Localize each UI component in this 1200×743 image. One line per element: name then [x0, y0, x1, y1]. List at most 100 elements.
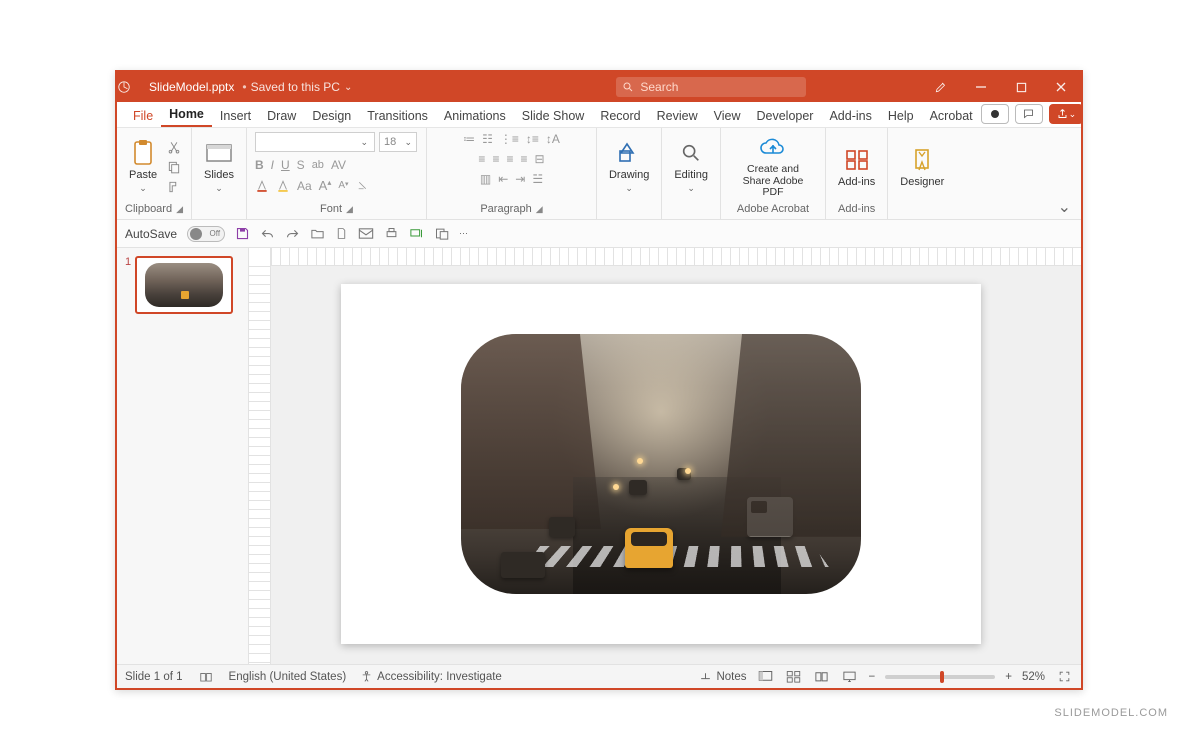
title-menu-chevron[interactable]: ⌄: [340, 82, 356, 93]
search-box[interactable]: Search: [616, 77, 806, 97]
bold-button[interactable]: B: [255, 158, 264, 172]
drawing-button[interactable]: Drawing⌄: [605, 137, 653, 196]
tab-design[interactable]: Design: [304, 105, 359, 127]
dialog-launcher-icon[interactable]: ◢: [346, 204, 353, 215]
accessibility-status[interactable]: Accessibility: Investigate: [360, 670, 502, 683]
cut-icon[interactable]: [167, 140, 181, 154]
font-family-selector[interactable]: ⌄: [255, 132, 375, 152]
highlight-button[interactable]: [276, 179, 290, 193]
smartart-button[interactable]: ☱: [532, 172, 543, 186]
tab-addins[interactable]: Add-ins: [821, 105, 879, 127]
tab-transitions[interactable]: Transitions: [359, 105, 436, 127]
tab-animations[interactable]: Animations: [436, 105, 514, 127]
quick-print-button[interactable]: [384, 226, 399, 241]
copy-icon[interactable]: [167, 160, 181, 174]
character-spacing-button[interactable]: AV: [331, 158, 346, 172]
tab-home[interactable]: Home: [161, 103, 212, 127]
rounded-picture[interactable]: [461, 334, 861, 594]
create-share-pdf-button[interactable]: Create and Share Adobe PDF: [729, 132, 817, 201]
tab-file[interactable]: File: [125, 105, 161, 127]
zoom-in-button[interactable]: +: [1005, 671, 1012, 683]
justify-button[interactable]: ≡: [520, 152, 527, 166]
ribbon-tabs: File Home Insert Draw Design Transitions…: [117, 102, 1081, 128]
tab-developer[interactable]: Developer: [748, 105, 821, 127]
clear-formatting-button[interactable]: [356, 179, 369, 192]
tab-slideshow[interactable]: Slide Show: [514, 105, 593, 127]
designer-button[interactable]: Designer: [896, 144, 948, 190]
autosave-toggle[interactable]: Off: [187, 226, 225, 242]
pen-icon[interactable]: [921, 72, 961, 102]
zoom-out-button[interactable]: −: [869, 671, 876, 683]
align-center-button[interactable]: ≡: [492, 152, 499, 166]
book-icon[interactable]: [197, 669, 215, 685]
qat-customize-button[interactable]: ⋯: [459, 228, 468, 239]
editing-button[interactable]: Editing⌄: [670, 137, 712, 196]
fit-to-window-button[interactable]: [1055, 669, 1073, 685]
tab-record[interactable]: Record: [592, 105, 648, 127]
email-button[interactable]: [358, 227, 374, 240]
thumbnail-number: 1: [125, 256, 131, 314]
maximize-button[interactable]: [1001, 72, 1041, 102]
slides-button[interactable]: Slides ⌄: [200, 137, 238, 196]
reading-view-button[interactable]: [813, 669, 831, 685]
tab-acrobat[interactable]: Acrobat: [922, 105, 981, 127]
grow-font-button[interactable]: A▴: [319, 178, 332, 193]
open-button[interactable]: [310, 226, 325, 241]
underline-button[interactable]: U: [281, 158, 290, 172]
change-case-button[interactable]: Aa: [297, 179, 312, 193]
tab-help[interactable]: Help: [880, 105, 922, 127]
list-level-button[interactable]: ⋮≡: [500, 132, 519, 146]
shrink-font-button[interactable]: A▾: [338, 180, 348, 191]
save-icon[interactable]: [235, 226, 250, 241]
slide-thumbnail-pane[interactable]: 1: [117, 248, 249, 664]
dialog-launcher-icon[interactable]: ◢: [536, 204, 543, 215]
vertical-ruler[interactable]: [249, 248, 271, 664]
align-left-button[interactable]: ≡: [478, 152, 485, 166]
align-text-button[interactable]: ⊟: [534, 152, 544, 166]
numbering-button[interactable]: ☷: [482, 132, 493, 146]
strikethrough-button[interactable]: S: [297, 158, 305, 172]
dialog-launcher-icon[interactable]: ◢: [176, 204, 183, 215]
language-status[interactable]: English (United States): [229, 671, 347, 683]
align-right-button[interactable]: ≡: [506, 152, 513, 166]
increase-indent-button[interactable]: ⇥: [515, 172, 525, 186]
normal-view-button[interactable]: [757, 669, 775, 685]
paste-button[interactable]: Paste ⌄: [125, 137, 161, 196]
slide-stage[interactable]: [271, 266, 1081, 664]
addins-button[interactable]: Add-ins: [834, 144, 879, 190]
from-beginning-button[interactable]: [409, 226, 424, 241]
sorter-view-button[interactable]: [785, 669, 803, 685]
tab-draw[interactable]: Draw: [259, 105, 304, 127]
tab-insert[interactable]: Insert: [212, 105, 259, 127]
text-direction-button[interactable]: ↕A: [546, 132, 560, 146]
redo-button[interactable]: [285, 226, 300, 241]
line-spacing-button[interactable]: ↕≡: [526, 132, 539, 146]
notes-button[interactable]: Notes: [699, 671, 746, 683]
slide-counter[interactable]: Slide 1 of 1: [125, 671, 183, 683]
undo-button[interactable]: [260, 226, 275, 241]
zoom-slider[interactable]: [885, 675, 995, 679]
tab-review[interactable]: Review: [649, 105, 706, 127]
italic-button[interactable]: I: [271, 158, 274, 172]
new-button[interactable]: [335, 226, 348, 241]
tab-view[interactable]: View: [706, 105, 749, 127]
ribbon-collapse-button[interactable]: ⌄: [1048, 128, 1081, 219]
font-color-button[interactable]: [255, 179, 269, 193]
slideshow-view-button[interactable]: [841, 669, 859, 685]
share-button[interactable]: ⌄: [1049, 104, 1083, 124]
font-size-selector[interactable]: 18⌄: [379, 132, 417, 152]
format-painter-icon[interactable]: [167, 180, 181, 194]
record-indicator[interactable]: [981, 104, 1009, 124]
zoom-level[interactable]: 52%: [1022, 671, 1045, 683]
touch-mode-button[interactable]: [434, 226, 449, 241]
slide-canvas[interactable]: [341, 284, 981, 644]
close-button[interactable]: [1041, 72, 1081, 102]
horizontal-ruler[interactable]: [271, 248, 1081, 266]
columns-button[interactable]: ▥: [480, 172, 491, 186]
comments-button[interactable]: [1015, 104, 1043, 124]
slide-thumbnail-1[interactable]: [135, 256, 233, 314]
decrease-indent-button[interactable]: ⇤: [498, 172, 508, 186]
shadow-button[interactable]: ab: [312, 159, 324, 171]
minimize-button[interactable]: [961, 72, 1001, 102]
bullets-button[interactable]: ≔: [463, 132, 475, 146]
